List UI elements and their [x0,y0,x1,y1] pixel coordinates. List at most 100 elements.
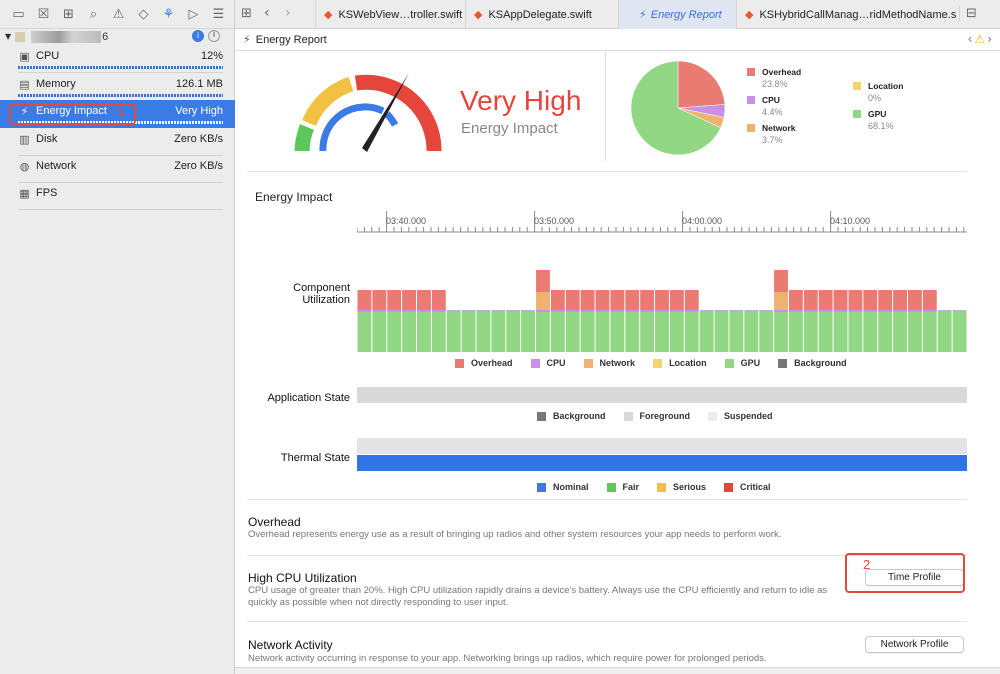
issue-navigation[interactable]: ‹ ⚠ › [968,32,992,46]
gauge-memory[interactable]: ▤ Memory 126.1 MB [0,73,235,101]
gauge-cpu[interactable]: ▣ CPU 12% [0,45,235,73]
utilization-bar [536,270,550,352]
gauge-disk[interactable]: ▥ Disk Zero KB/s [0,128,235,156]
swatch [747,124,755,132]
legend-name: Foreground [639,411,691,421]
gauge-sparkline [18,66,223,69]
source-control-icon[interactable]: ☒ [31,4,56,24]
swatch [537,482,546,492]
gauge-sparkline [18,94,223,97]
swatch [455,358,464,368]
tab-energy-report[interactable]: ⚡ Energy Report [618,0,736,29]
hierarchy-icon[interactable]: ⊞ [56,4,81,24]
forward-icon[interactable]: › [285,5,291,21]
legend-name: Critical [740,482,771,492]
editor-header: ⚡ Energy Report [235,29,1000,51]
cpu-icon: ▣ [19,50,30,63]
search-icon[interactable]: ⌕ [81,4,106,24]
gauge-value: 12% [200,50,223,62]
grid-icon[interactable]: ⊞ [241,6,252,21]
utilization-bar [506,310,521,352]
divider [247,171,967,172]
legend-pct: 4.4% [762,107,783,117]
back-icon[interactable]: ‹ [264,5,270,21]
legend-pct: 3.7% [762,135,783,145]
legend-location: Location [653,358,707,368]
pause-icon[interactable]: ‖ [208,30,220,42]
swatch [724,482,734,492]
section-desc-overhead: Overhead represents energy use as a resu… [248,529,782,540]
legend-gpu: GPU [724,358,760,368]
utilization-bar [759,310,774,352]
legend-pct: 68.1% [868,121,894,131]
breakpoint-icon[interactable]: ◇ [131,4,156,24]
utilization-bar [655,290,669,352]
swift-file-icon: ◆ [474,8,483,21]
utilization-bar [893,290,907,352]
utilization-bar [402,290,417,352]
swift-file-icon: ◆ [745,8,754,21]
info-icon[interactable]: i [192,30,204,42]
section-desc-high-cpu: CPU usage of greater than 20%. High CPU … [248,585,828,608]
legend-name: Suspended [724,411,773,421]
utilization-bar [357,290,372,352]
gauge-network[interactable]: ◍ Network Zero KB/s [0,155,235,183]
utilization-bar [446,310,461,352]
utilization-bar [863,290,878,352]
utilization-bar [565,290,580,352]
legend-background: Background [537,411,606,421]
tick-label: 03:40.000 [386,216,427,226]
add-editor-icon[interactable]: ⊟ [959,6,977,21]
disclosure-triangle-icon[interactable]: ▼ [5,32,11,41]
utilization-bar [521,310,536,352]
swatch [657,482,667,492]
legend-pct: 23.8% [762,79,788,89]
tab-kshybridcallmanager[interactable]: ◆ KSHybridCallManag…ridMethodName.sw [736,0,956,29]
legend-name: Overhead [762,67,802,77]
annotation-box-1 [9,103,136,125]
tab-label: KSWebView…troller.swift [338,8,463,21]
tab-ksappdelegate[interactable]: ◆ KSAppDelegate.swift [465,0,618,29]
gauge-fps[interactable]: ▦ FPS [0,182,235,210]
utilization-bar [684,290,699,352]
label-icon[interactable]: ▷ [181,4,206,24]
divider [18,209,223,210]
legend-serious: Serious [657,482,706,492]
utilization-bar [417,290,431,352]
pie-slice-overhead [677,60,726,109]
utilization-bar [431,290,446,352]
list-icon[interactable]: ☰ [206,4,231,24]
utilization-bar [833,290,848,352]
swift-file-icon: ◆ [324,8,333,21]
network-profile-button[interactable]: Network Profile [865,636,964,653]
chevron-left-icon[interactable]: ‹ [968,32,973,46]
gauge-label: CPU [36,50,60,62]
debug-icon[interactable]: ⚘ [156,4,181,24]
navigator-toolbar: ▭ ☒ ⊞ ⌕ ⚠ ◇ ⚘ ▷ ☰ [0,0,235,29]
utilization-bar [803,290,818,352]
energy-report-content: Very High Energy Impact Overhead 23.8% C… [235,51,1000,674]
legend-name: Background [794,358,847,368]
warning-icon[interactable]: ⚠ [974,32,985,46]
tab-label: KSAppDelegate.swift [488,8,592,21]
annotation-label-1: 1 [118,104,125,118]
legend-name: Location [669,358,707,368]
swatch [747,96,755,104]
component-utilization-label: Component Utilization [235,282,350,306]
editor-tab-bar: ⊞ ‹ › ◆ KSWebView…troller.swift ◆ KSAppDel… [235,0,1000,29]
tab-kswebviewcontroller[interactable]: ◆ KSWebView…troller.swift [315,0,465,29]
utilization-bar [729,310,744,352]
legend-name: Serious [673,482,707,492]
legend-name: GPU [868,109,887,119]
folder-icon[interactable]: ▭ [6,4,31,24]
process-row[interactable]: ▼ 6 i ‖ [0,29,235,44]
legend-name: CPU [546,358,566,368]
legend-suspended: Suspended [708,411,773,421]
utilization-bar [491,310,506,352]
legend-foreground: Foreground [623,411,691,421]
warning-icon[interactable]: ⚠ [106,4,131,24]
legend-nominal: Nominal [537,482,589,492]
component-legend: Overhead CPU Network Location GPU Backgr… [455,358,865,368]
chevron-right-icon[interactable]: › [987,32,992,46]
memory-icon: ▤ [19,78,30,91]
